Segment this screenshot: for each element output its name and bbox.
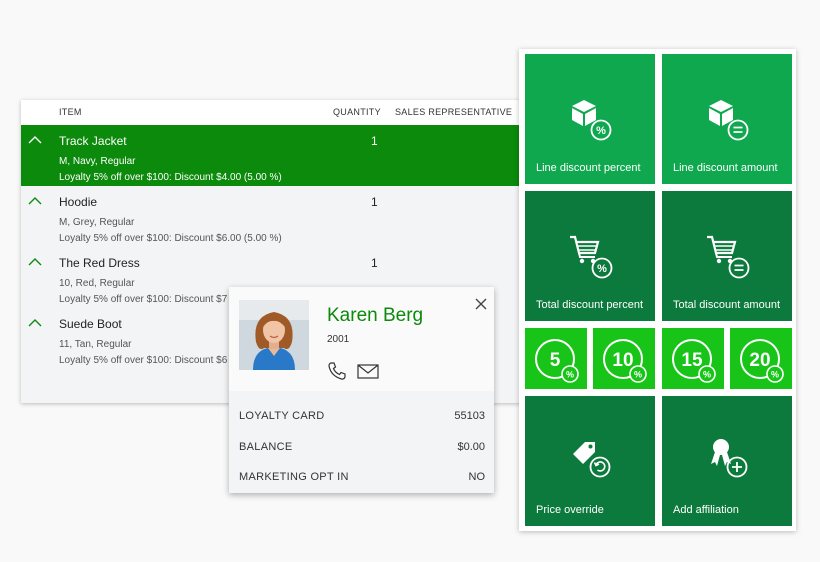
item-name: The Red Dress <box>59 256 140 270</box>
column-header-item[interactable]: ITEM <box>59 107 82 117</box>
close-icon[interactable] <box>475 298 487 310</box>
tag-reset-icon <box>573 442 611 478</box>
discount-5-percent-button[interactable]: 5 % <box>525 328 587 389</box>
balance-value: $0.00 <box>457 441 485 453</box>
item-discount: Loyalty 5% off over $100: Discount $4.00… <box>59 172 282 183</box>
balance-label: BALANCE <box>239 441 293 453</box>
quick-percent-value: 20 <box>749 350 770 371</box>
column-header-quantity[interactable]: QUANTITY <box>333 107 381 117</box>
total-discount-amount-label: Total discount amount <box>673 299 781 311</box>
quick-percent-value: 10 <box>612 350 633 371</box>
column-header-sales-representative[interactable]: SALES REPRESENTATIVE <box>395 107 512 117</box>
cart-equals-icon <box>707 235 750 279</box>
percent-badge-icon: 15 % <box>672 339 716 383</box>
percent-badge-icon: 20 % <box>740 339 784 383</box>
item-variant: M, Grey, Regular <box>59 217 135 228</box>
line-discount-amount-button[interactable]: Line discount amount <box>662 54 792 184</box>
item-quantity: 1 <box>371 195 378 209</box>
item-discount: Loyalty 5% off over $100: Discount $6 <box>59 355 228 366</box>
item-name: Suede Boot <box>59 317 122 331</box>
total-discount-percent-button[interactable]: % Total discount percent <box>525 191 655 321</box>
marketing-opt-in-value: NO <box>468 471 486 483</box>
item-quantity: 1 <box>371 256 378 270</box>
mail-icon[interactable] <box>357 364 379 379</box>
cart-percent-icon: % <box>570 235 613 279</box>
item-variant: 11, Tan, Regular <box>59 339 132 350</box>
svg-text:%: % <box>596 125 606 137</box>
item-discount: Loyalty 5% off over $100: Discount $7 <box>59 294 228 305</box>
table-row[interactable]: Track Jacket 1 M, Navy, Regular Loyalty … <box>21 125 533 186</box>
item-variant: 10, Red, Regular <box>59 278 135 289</box>
percent-badge-icon: 5 % <box>535 339 579 383</box>
line-discount-percent-label: Line discount percent <box>536 162 641 174</box>
add-affiliation-button[interactable]: Add affiliation <box>662 396 792 526</box>
line-discount-amount-label: Line discount amount <box>673 162 778 174</box>
svg-text:%: % <box>597 263 607 275</box>
loyalty-card-value: 55103 <box>454 410 485 422</box>
box-equals-icon <box>709 100 749 141</box>
discount-button-panel: % Line discount percent Line discount am… <box>519 49 796 531</box>
grid-header: ITEM QUANTITY SALES REPRESENTATIVE <box>21 100 533 125</box>
discount-10-percent-button[interactable]: 10 % <box>593 328 655 389</box>
chevron-up-icon[interactable] <box>28 257 42 266</box>
customer-id: 2001 <box>327 334 350 345</box>
marketing-opt-in-label: MARKETING OPT IN <box>239 471 349 483</box>
item-name: Hoodie <box>59 195 98 209</box>
customer-name[interactable]: Karen Berg <box>327 305 423 327</box>
price-override-button[interactable]: Price override <box>525 396 655 526</box>
box-percent-icon: % <box>572 100 612 141</box>
quick-percent-value: 5 <box>550 350 561 371</box>
total-discount-percent-label: Total discount percent <box>536 299 644 311</box>
award-add-icon <box>711 439 748 478</box>
phone-icon[interactable] <box>327 361 347 381</box>
quick-percent-value: 15 <box>681 350 703 371</box>
item-name: Track Jacket <box>59 134 127 148</box>
discount-20-percent-button[interactable]: 20 % <box>730 328 792 389</box>
loyalty-card-label: LOYALTY CARD <box>239 410 325 422</box>
add-affiliation-label: Add affiliation <box>673 504 739 516</box>
svg-text:%: % <box>703 370 711 380</box>
svg-text:%: % <box>566 370 574 380</box>
svg-text:%: % <box>634 370 642 380</box>
percent-badge-icon: 10 % <box>603 339 647 383</box>
total-discount-amount-button[interactable]: Total discount amount <box>662 191 792 321</box>
item-discount: Loyalty 5% off over $100: Discount $6.00… <box>59 233 282 244</box>
chevron-up-icon[interactable] <box>28 318 42 327</box>
price-override-label: Price override <box>536 504 604 516</box>
table-row[interactable]: Hoodie 1 M, Grey, Regular Loyalty 5% off… <box>21 186 533 247</box>
avatar <box>239 300 309 370</box>
item-variant: M, Navy, Regular <box>59 156 136 167</box>
svg-text:%: % <box>771 370 779 380</box>
item-quantity: 1 <box>371 134 378 148</box>
chevron-up-icon[interactable] <box>28 196 42 205</box>
discount-15-percent-button[interactable]: 15 % <box>662 328 724 389</box>
customer-card: Karen Berg 2001 LOYALTY CARD 55103 BALAN… <box>229 287 494 493</box>
chevron-up-icon[interactable] <box>28 135 42 144</box>
line-discount-percent-button[interactable]: % Line discount percent <box>525 54 655 184</box>
